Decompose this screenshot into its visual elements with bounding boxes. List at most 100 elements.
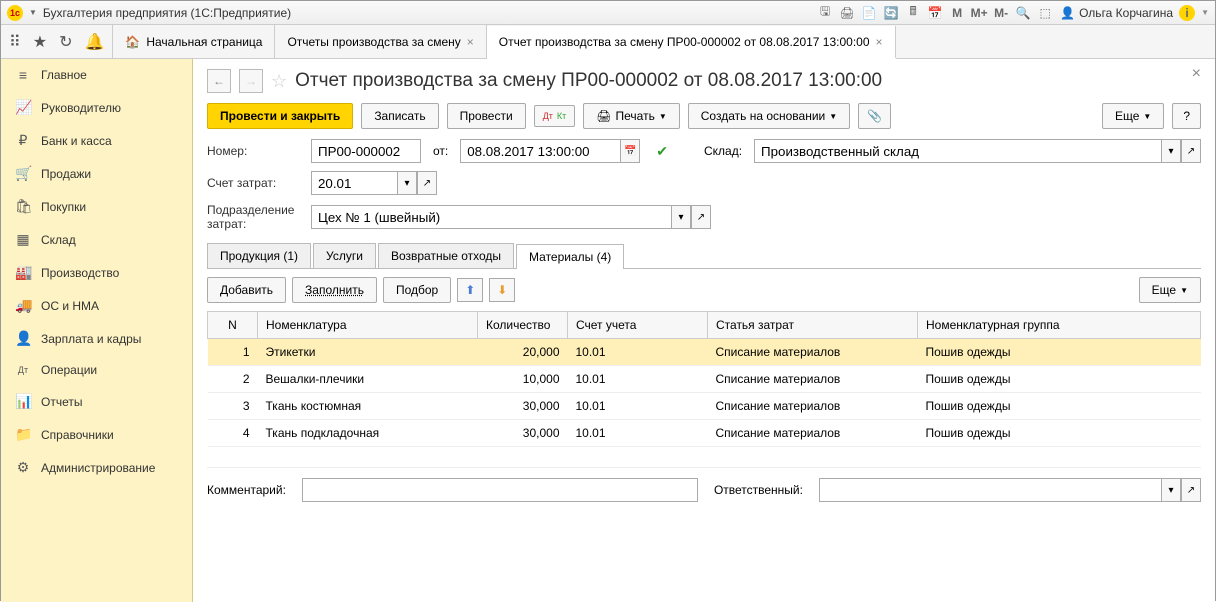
print-icon[interactable]: 🖨 [838, 4, 856, 22]
dropdown-button[interactable]: ▾ [397, 171, 417, 195]
nav-forward-button[interactable]: → [239, 69, 263, 93]
add-button[interactable]: Добавить [207, 277, 286, 303]
sidebar-item-reports[interactable]: 📊Отчеты [1, 385, 192, 418]
save-button[interactable]: Записать [361, 103, 438, 129]
tab-materials[interactable]: Материалы (4) [516, 244, 624, 269]
zoom-icon[interactable]: 🔍 [1014, 4, 1032, 22]
col-nomenclature[interactable]: Номенклатура [258, 312, 478, 339]
sidebar-item-refs[interactable]: 📁Справочники [1, 418, 192, 451]
table-row[interactable]: 4 Ткань подкладочная 30,000 10.01 Списан… [208, 420, 1201, 447]
col-nom-group[interactable]: Номенклатурная группа [918, 312, 1201, 339]
sidebar-item-operations[interactable]: ДтОперации [1, 355, 192, 385]
sidebar-item-admin[interactable]: ⚙Администрирование [1, 451, 192, 484]
sidebar-item-label: Банк и касса [41, 134, 112, 148]
date-input[interactable] [460, 139, 620, 163]
open-ref-button[interactable]: ↗ [691, 205, 711, 229]
sidebar-item-production[interactable]: 🏭Производство [1, 256, 192, 289]
cell-n: 4 [208, 420, 258, 447]
doc-icon[interactable]: 📄 [860, 4, 878, 22]
sidebar-item-bank[interactable]: ₽Банк и касса [1, 124, 192, 157]
info-icon[interactable]: i [1179, 5, 1195, 21]
user-name: Ольга Корчагина [1079, 6, 1173, 20]
move-up-button[interactable]: ⬆ [457, 278, 483, 302]
col-qty[interactable]: Количество [478, 312, 568, 339]
sidebar-item-salary[interactable]: 👤Зарплата и кадры [1, 322, 192, 355]
nav-back-button[interactable]: ← [207, 69, 231, 93]
table-row[interactable]: 3 Ткань костюмная 30,000 10.01 Списание … [208, 393, 1201, 420]
user-area[interactable]: 👤 Ольга Корчагина [1060, 6, 1173, 20]
sidebar-item-label: Операции [41, 363, 97, 377]
menu-dropdown-icon[interactable]: ▼ [1201, 8, 1209, 17]
calendar-icon[interactable]: 📅 [926, 4, 944, 22]
refresh-icon[interactable]: 🔄 [882, 4, 900, 22]
calc-icon[interactable]: 🖩 [904, 4, 922, 22]
open-ref-button[interactable]: ↗ [417, 171, 437, 195]
warehouse-input[interactable] [754, 139, 1161, 163]
cell-acc: 10.01 [568, 366, 708, 393]
calendar-button[interactable]: 📅 [620, 139, 640, 163]
cell-n: 3 [208, 393, 258, 420]
col-account[interactable]: Счет учета [568, 312, 708, 339]
table-row[interactable]: 2 Вешалки-плечики 10,000 10.01 Списание … [208, 366, 1201, 393]
col-cost-item[interactable]: Статья затрат [708, 312, 918, 339]
history-icon[interactable]: ↻ [59, 32, 72, 52]
cell-grp: Пошив одежды [918, 339, 1201, 366]
number-input[interactable] [311, 139, 421, 163]
col-n[interactable]: N [208, 312, 258, 339]
print-preview-icon[interactable]: 🖫 [816, 4, 834, 22]
responsible-input[interactable] [819, 478, 1161, 502]
home-icon: 🏠 [125, 35, 140, 49]
dropdown-button[interactable]: ▾ [671, 205, 691, 229]
sidebar-item-sales[interactable]: 🛒Продажи [1, 157, 192, 190]
post-button[interactable]: Провести [447, 103, 526, 129]
sidebar-item-label: Продажи [41, 167, 91, 181]
division-input[interactable] [311, 205, 671, 229]
print-button[interactable]: 🖨Печать▼ [583, 103, 679, 129]
dropdown-button[interactable]: ▾ [1161, 139, 1181, 163]
dt-kt-button[interactable]: ДтКт [534, 105, 576, 127]
open-ref-button[interactable]: ↗ [1181, 478, 1201, 502]
tab-returns[interactable]: Возвратные отходы [378, 243, 514, 268]
app-menu-dropdown[interactable]: ▼ [29, 8, 37, 17]
favorite-star-icon[interactable]: ☆ [271, 71, 287, 92]
close-doc-icon[interactable]: × [1192, 65, 1201, 83]
comment-input[interactable] [302, 478, 698, 502]
create-based-button[interactable]: Создать на основании▼ [688, 103, 850, 129]
sidebar-item-manager[interactable]: 📈Руководителю [1, 91, 192, 124]
tab-home[interactable]: 🏠 Начальная страница [113, 25, 275, 58]
window-icon[interactable]: ⬚ [1036, 4, 1054, 22]
tab-report-list[interactable]: Отчеты производства за смену × [275, 25, 486, 58]
tab-report-doc[interactable]: Отчет производства за смену ПР00-000002 … [487, 26, 896, 59]
favorite-icon[interactable]: ★ [33, 32, 47, 52]
sidebar-item-purchases[interactable]: 🛍Покупки [1, 190, 192, 223]
move-down-button[interactable]: ⬇ [489, 278, 515, 302]
more-button[interactable]: Еще▼ [1102, 103, 1164, 129]
sidebar-item-warehouse[interactable]: ▦Склад [1, 223, 192, 256]
sidebar-item-label: Покупки [41, 200, 86, 214]
account-input[interactable] [311, 171, 397, 195]
close-icon[interactable]: × [876, 35, 883, 49]
tab-products[interactable]: Продукция (1) [207, 243, 311, 268]
help-button[interactable]: ? [1172, 103, 1201, 129]
open-ref-button[interactable]: ↗ [1181, 139, 1201, 163]
dropdown-button[interactable]: ▾ [1161, 478, 1181, 502]
post-and-close-button[interactable]: Провести и закрыть [207, 103, 353, 129]
attachment-button[interactable]: 📎 [858, 103, 891, 129]
fill-button[interactable]: Заполнить [292, 277, 377, 303]
notifications-icon[interactable]: 🔔 [84, 32, 104, 52]
sidebar: ≡Главное 📈Руководителю ₽Банк и касса 🛒Пр… [1, 59, 193, 602]
close-icon[interactable]: × [467, 35, 474, 49]
apps-icon[interactable]: ⠿ [9, 32, 21, 52]
cell-nom: Этикетки [258, 339, 478, 366]
sub-more-button[interactable]: Еще▼ [1139, 277, 1201, 303]
table-row[interactable]: 1 Этикетки 20,000 10.01 Списание материа… [208, 339, 1201, 366]
m-minus-button[interactable]: M- [992, 4, 1010, 22]
m-button[interactable]: M [948, 4, 966, 22]
sidebar-item-main[interactable]: ≡Главное [1, 59, 192, 91]
pick-button[interactable]: Подбор [383, 277, 451, 303]
warehouse-label: Склад: [704, 144, 742, 158]
tab-services[interactable]: Услуги [313, 243, 376, 268]
doc-tabs: Продукция (1) Услуги Возвратные отходы М… [207, 243, 1201, 269]
m-plus-button[interactable]: M+ [970, 4, 988, 22]
sidebar-item-assets[interactable]: 🚚ОС и НМА [1, 289, 192, 322]
